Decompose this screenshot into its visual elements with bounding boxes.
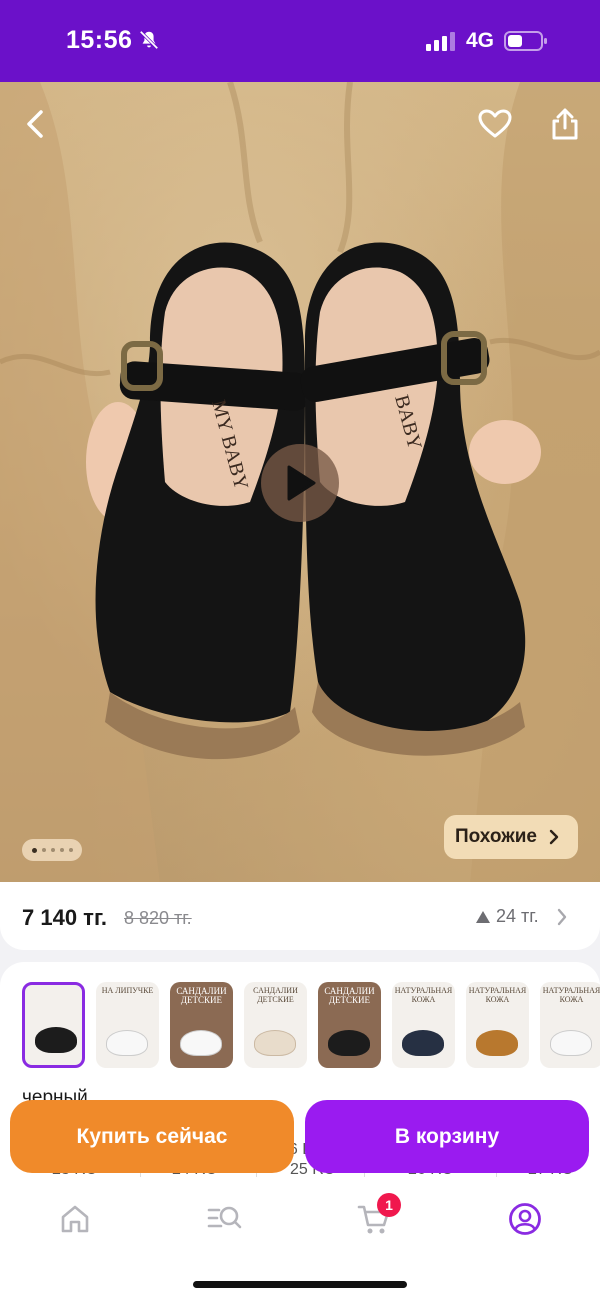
chevron-right-icon <box>549 829 559 845</box>
thumbnail-caption: НАТУРАЛЬНАЯ КОЖА <box>394 986 453 1004</box>
back-button[interactable] <box>14 102 58 146</box>
shoe-image <box>402 1030 444 1056</box>
status-bar: 15:56 4G <box>0 0 600 82</box>
play-icon <box>287 465 316 501</box>
shoe-image <box>180 1030 222 1056</box>
chevron-left-icon <box>27 110 43 138</box>
play-video-button[interactable] <box>261 444 339 522</box>
old-price: 8 820 тг. <box>124 908 192 928</box>
nav-catalog[interactable] <box>203 1197 247 1241</box>
gallery-dot <box>31 847 37 853</box>
price-card[interactable]: 7 140 тг. 8 820 тг. 24 тг. <box>0 882 600 950</box>
variant-thumbnail[interactable]: САНДАЛИИ ДЕТСКИЕ <box>170 982 233 1068</box>
thumbnail-caption: НА ЛИПУЧКЕ <box>101 986 154 995</box>
home-icon <box>61 1205 89 1233</box>
variant-thumbnails: НА ЛИПУЧКЕ САНДАЛИИ ДЕТСКИЕ САНДАЛИИ ДЕТ… <box>22 982 600 1068</box>
shoe-image <box>550 1030 592 1056</box>
favorite-button[interactable] <box>473 102 517 146</box>
current-price: 7 140 тг. <box>22 905 108 930</box>
shoe-image <box>476 1030 518 1056</box>
gallery-dot <box>68 848 73 852</box>
gallery-pagination <box>22 839 82 861</box>
heart-icon <box>478 109 512 138</box>
shoe-image <box>35 1027 77 1053</box>
variant-thumbnail[interactable]: НАТУРАЛЬНАЯ КОЖА <box>392 982 455 1068</box>
status-time: 15:56 <box>66 26 133 54</box>
battery-icon <box>504 31 547 51</box>
product-image-gallery[interactable]: MY BABY BABY Похожие <box>0 82 600 884</box>
shoe-image <box>328 1030 370 1056</box>
thumbnail-caption: САНДАЛИИ ДЕТСКИЕ <box>253 986 298 1004</box>
nav-profile[interactable] <box>503 1197 547 1241</box>
home-indicator[interactable] <box>193 1281 407 1288</box>
triangle-up-icon <box>476 910 490 923</box>
cart-count-badge: 1 <box>377 1193 401 1217</box>
network-label: 4G <box>466 29 495 52</box>
share-icon <box>552 108 578 140</box>
variant-thumbnail[interactable]: НАТУРАЛЬНАЯ КОЖА <box>466 982 529 1068</box>
profile-icon <box>509 1203 541 1235</box>
signal-icon <box>426 32 455 51</box>
thumbnail-caption: НАТУРАЛЬНАЯ КОЖА <box>542 986 600 1004</box>
add-to-cart-button[interactable]: В корзину <box>305 1100 589 1173</box>
gallery-dot <box>59 848 64 852</box>
variant-thumbnail[interactable]: САНДАЛИИ ДЕТСКИЕ <box>244 982 307 1068</box>
variant-thumbnail[interactable]: НА ЛИПУЧКЕ <box>96 982 159 1068</box>
price-change: 24 тг. <box>476 906 539 927</box>
similar-products-button[interactable]: Похожие <box>444 815 578 859</box>
variant-thumbnail[interactable]: НАТУРАЛЬНАЯ КОЖА <box>540 982 600 1068</box>
similar-label: Похожие <box>455 826 537 847</box>
nav-home[interactable] <box>53 1197 97 1241</box>
variant-thumbnail[interactable] <box>22 982 85 1068</box>
chevron-right-icon <box>557 908 567 926</box>
shoe-image <box>106 1030 148 1056</box>
thumbnail-caption: САНДАЛИИ ДЕТСКИЕ <box>324 986 375 1005</box>
gallery-dot <box>50 848 55 852</box>
gallery-dot <box>41 848 46 852</box>
share-button[interactable] <box>543 102 587 146</box>
price-change-value: 24 тг. <box>496 906 539 926</box>
thumbnail-caption: НАТУРАЛЬНАЯ КОЖА <box>468 986 527 1004</box>
variant-thumbnail[interactable]: САНДАЛИИ ДЕТСКИЕ <box>318 982 381 1068</box>
catalog-search-icon <box>207 1206 242 1229</box>
shoe-image <box>254 1030 296 1056</box>
buy-now-button[interactable]: Купить сейчас <box>10 1100 294 1173</box>
bell-off-icon <box>139 30 159 50</box>
thumbnail-caption: САНДАЛИИ ДЕТСКИЕ <box>176 986 227 1005</box>
